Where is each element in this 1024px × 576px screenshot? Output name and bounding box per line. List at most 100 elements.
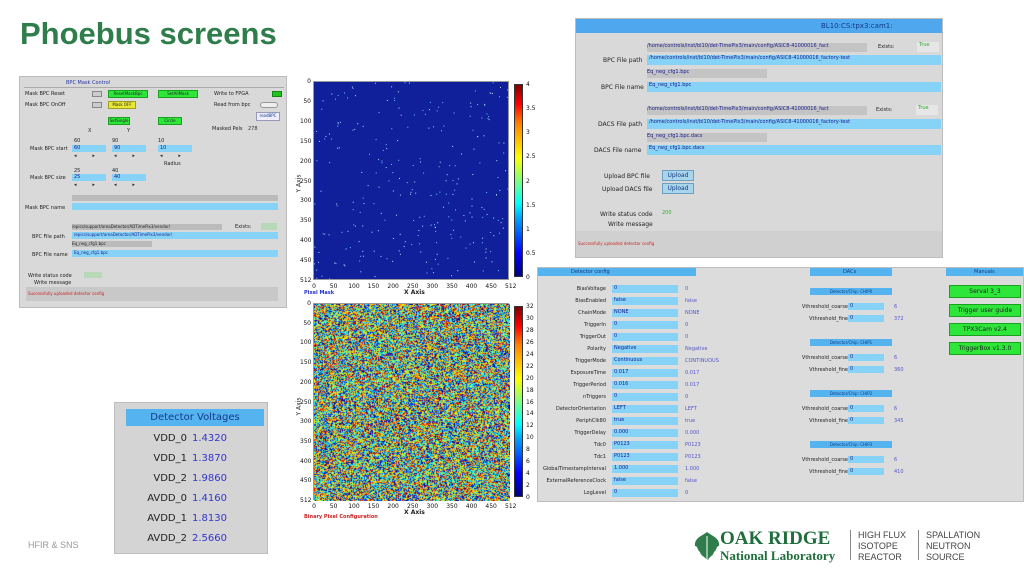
manual-button[interactable]: Serval 3_3 (949, 285, 1021, 298)
detcfg-input[interactable]: 0.017 (612, 369, 678, 377)
cam-bpc-name-input[interactable]: Eq_neg_cfg1.bpc (647, 82, 941, 92)
detcfg-input[interactable]: NONE (612, 309, 678, 317)
detcfg-input[interactable]: 1.000 (612, 465, 678, 473)
y-tick-label: 100 (300, 117, 312, 125)
vthreshold-fine-input[interactable]: 0 (848, 417, 884, 424)
masked-pixel (391, 164, 392, 165)
detcfg-input[interactable]: 0 (612, 489, 678, 497)
vthreshold-coarse-input[interactable]: 0 (848, 456, 884, 463)
x-tick-label: 0 (312, 283, 316, 290)
detcfg-label: ExternalReferenceClock (546, 478, 606, 484)
vthreshold-coarse-input[interactable]: 0 (848, 303, 884, 310)
radius-label: Radius (164, 161, 181, 167)
chip-title: Detector/Chip: CHIP0 (810, 288, 892, 295)
detcfg-input[interactable]: 0 (612, 333, 678, 341)
colorbar-tick-label: 30 (526, 314, 534, 322)
start-x-arrows[interactable]: ◂ ▸ (74, 153, 95, 159)
detcfg-input[interactable]: Negative (612, 345, 678, 353)
write-fpga-led[interactable] (272, 91, 282, 97)
bpc-file-name-input[interactable]: Eq_neg_cfg1.bpc (72, 250, 278, 257)
masked-pixel (485, 257, 487, 259)
masked-pixel (391, 128, 393, 130)
detcfg-input[interactable]: P0123 (612, 441, 678, 449)
mask-off-button[interactable]: Mask OFF (108, 101, 136, 109)
masked-pixel (455, 209, 456, 211)
size-y-arrows[interactable]: ◂ ▸ (114, 182, 135, 188)
masked-pixel (373, 203, 375, 205)
vthreshold-fine-input[interactable]: 0 (848, 468, 884, 475)
set-single-button[interactable]: SetSingle (108, 117, 130, 125)
chip-title: Detector/Chip: CHIP2 (810, 390, 892, 397)
radius-arrows[interactable]: ◂ ▸ (160, 153, 181, 159)
vthreshold-coarse-input[interactable]: 0 (848, 354, 884, 361)
binary-pixel-title: Binary Pixel Configuration (304, 514, 378, 520)
detcfg-input[interactable]: 0 (612, 321, 678, 329)
manual-button[interactable]: TPX3Cam v2.4 (949, 323, 1021, 336)
reset-mask-bpc-button[interactable]: ResetMaskBpc (108, 90, 148, 98)
colorbar-tick-label: 32 (526, 303, 534, 310)
size-x-arrows[interactable]: ◂ ▸ (74, 182, 95, 188)
masked-pixel (328, 133, 330, 135)
detcfg-input[interactable]: 0 (612, 285, 678, 293)
masked-pixel (331, 138, 333, 140)
masked-pixel (347, 97, 349, 99)
masked-pixel (343, 264, 345, 266)
y-tick-label: 50 (303, 97, 311, 105)
masked-pixel (434, 258, 436, 260)
size-x-input[interactable]: 25 (72, 174, 106, 181)
size-y-input[interactable]: 40 (112, 174, 146, 181)
set-all-mask-button[interactable]: SetAllMask (158, 90, 198, 98)
upload-dacs-button[interactable]: Upload (662, 183, 694, 194)
masked-pixel (430, 224, 432, 226)
upload-bpc-button[interactable]: Upload (662, 170, 694, 181)
cam-write-message-value: Successfully uploaded detector config (578, 241, 655, 246)
detcfg-input[interactable]: false (612, 297, 678, 305)
masked-pixel (436, 193, 438, 195)
masked-pixel (479, 162, 481, 164)
vthreshold-fine-input[interactable]: 0 (848, 366, 884, 373)
y-tick-label: 0 (307, 300, 311, 307)
manual-button[interactable]: Trigger user guide (949, 304, 1021, 317)
read-bpc-toggle[interactable] (260, 102, 278, 108)
detcfg-input[interactable]: 0 (612, 393, 678, 401)
masked-pixel (437, 222, 439, 224)
masked-pixel (496, 194, 497, 196)
masked-pixel (477, 104, 479, 105)
bpc-path-input[interactable]: /epics/support/areaDetector/ADTimePix3/v… (72, 232, 278, 239)
masked-pixel (414, 181, 416, 183)
circle-button[interactable]: Circle (158, 117, 182, 125)
masked-pixel (314, 246, 316, 248)
detcfg-input[interactable]: P0123 (612, 453, 678, 461)
colorbar-tick-label: 2.5 (526, 153, 536, 161)
vthreshold-fine-input[interactable]: 0 (848, 315, 884, 322)
cam-dacs-path-input[interactable]: /home/controls/inst/bl10/det-TimePix3/ma… (647, 119, 941, 129)
masked-pixel (457, 178, 459, 180)
detcfg-input[interactable]: LEFT (612, 405, 678, 413)
masked-pixel (417, 235, 419, 236)
detcfg-input[interactable]: 0.016 (612, 381, 678, 389)
colorbar-tick-label: 0.5 (526, 249, 536, 257)
detcfg-input[interactable]: true (612, 417, 678, 425)
masked-pixel (469, 115, 471, 117)
cam-bpc-path-input[interactable]: /home/controls/inst/bl10/det-TimePix3/ma… (647, 55, 941, 65)
y-tick-label: 450 (300, 257, 312, 265)
manual-button[interactable]: TriggerBox v1.3.0 (949, 342, 1021, 355)
y-tick-label: 400 (300, 237, 312, 245)
detcfg-input[interactable]: Continuous (612, 357, 678, 365)
mask-bpc-name-input[interactable] (72, 203, 278, 210)
voltage-value: 1.4160 (192, 493, 227, 504)
detcfg-input[interactable]: false (612, 477, 678, 485)
masked-pixel (438, 106, 440, 108)
cam-dacs-file-name-label: DACS File name (594, 147, 642, 154)
start-y-arrows[interactable]: ◂ ▸ (114, 153, 135, 159)
vthreshold-coarse-input[interactable]: 0 (848, 405, 884, 412)
masked-pixel (453, 112, 455, 114)
read-bpc-button[interactable]: readBPC (256, 112, 280, 121)
start-y-input[interactable]: 90 (112, 145, 146, 152)
detector-voltages-panel: Detector Voltages VDD_0 1.4320 VDD_1 1.3870… (114, 402, 268, 554)
cam-dacs-name-input[interactable]: Eq_neg_cfg1.bpc.dacs (647, 145, 941, 155)
masked-pixel (371, 231, 373, 233)
radius-input[interactable]: 10 (158, 145, 192, 152)
detcfg-input[interactable]: 0.000 (612, 429, 678, 437)
start-x-input[interactable]: 60 (72, 145, 106, 152)
